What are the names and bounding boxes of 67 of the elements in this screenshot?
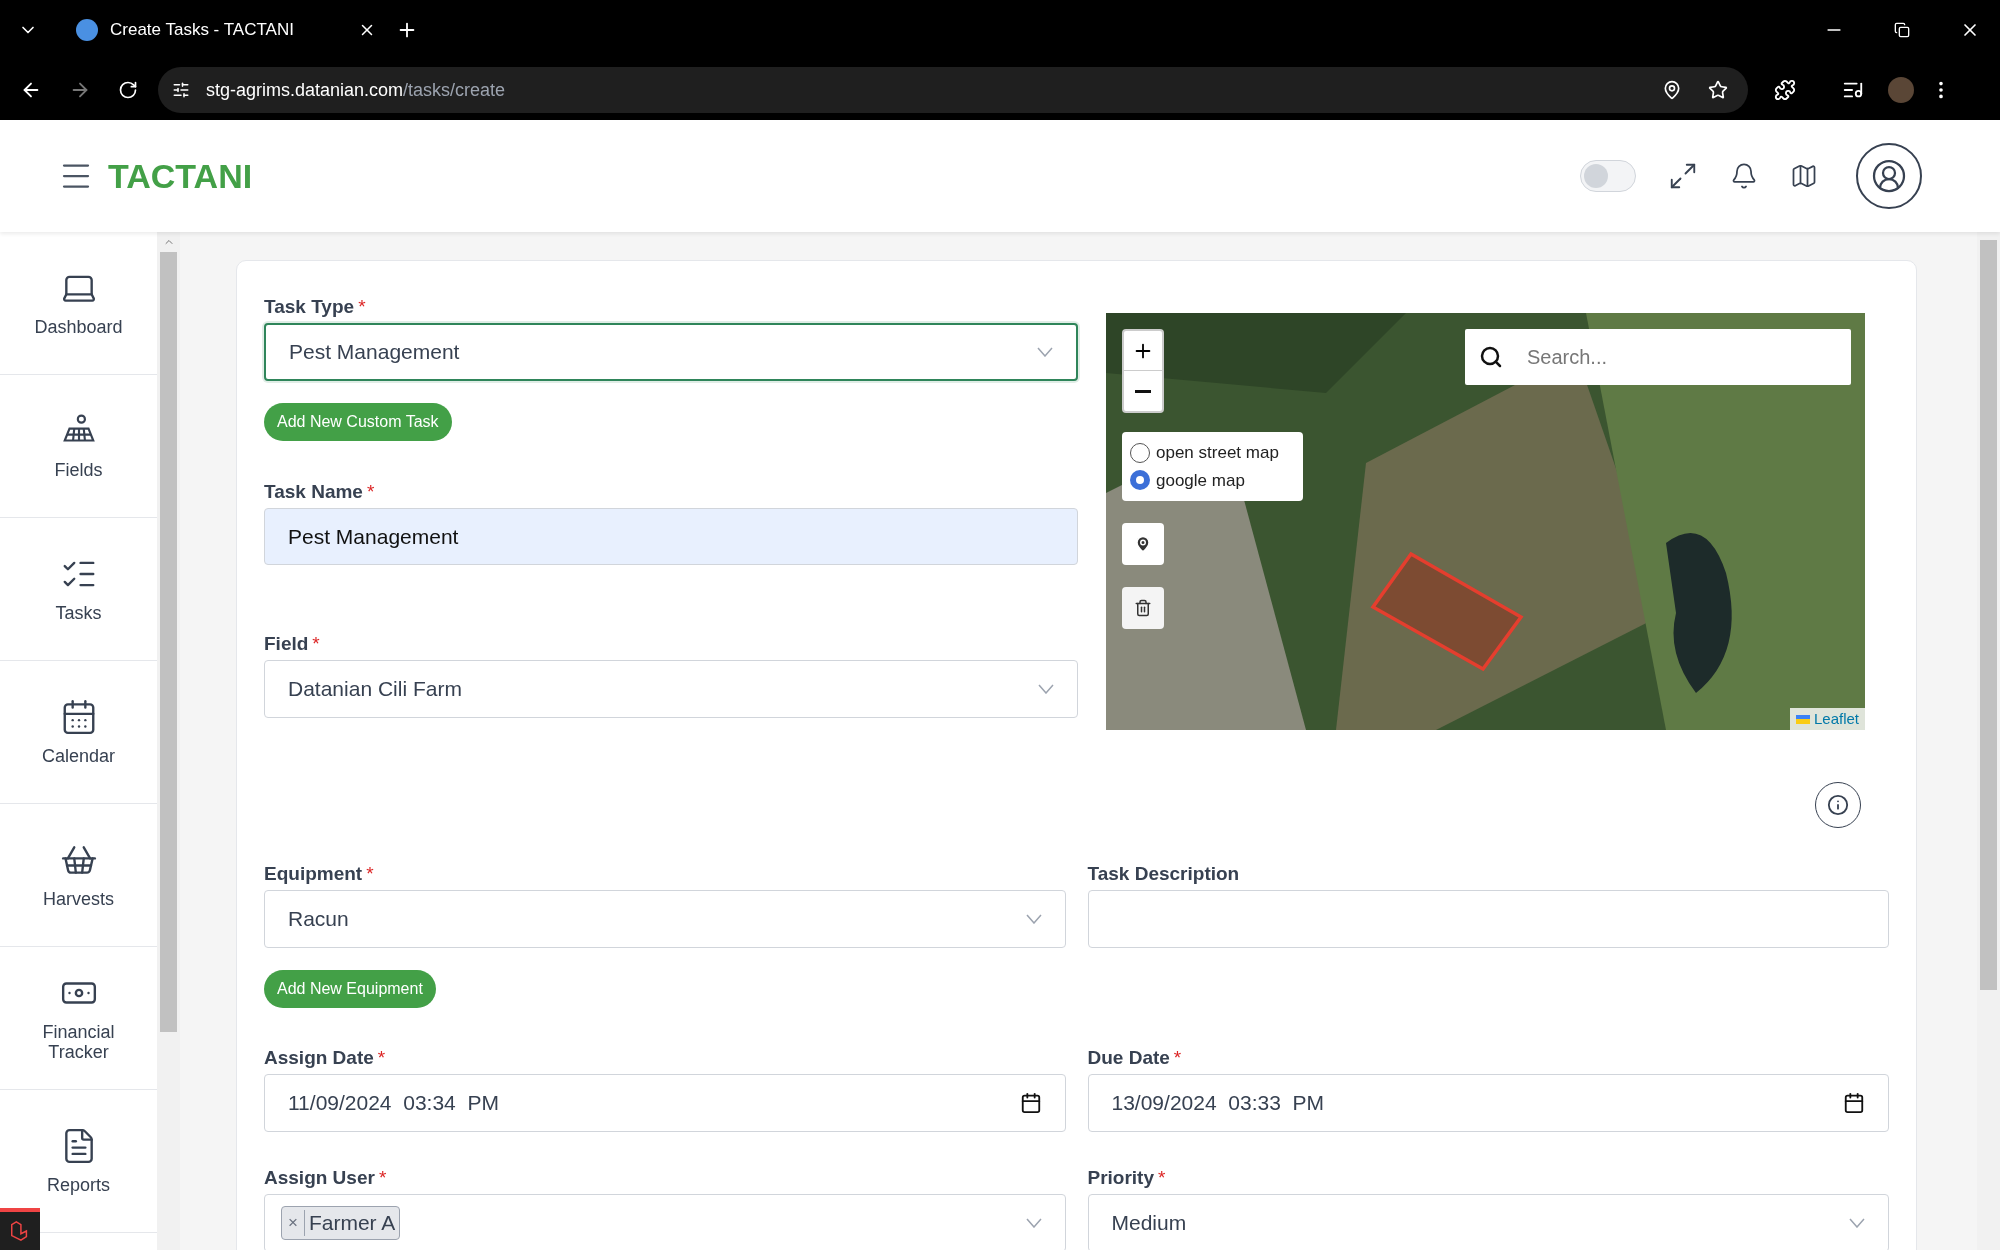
field-label: Task Type <box>264 295 355 315</box>
field-select[interactable]: Datanian Cili Farm <box>264 660 1078 718</box>
info-icon <box>1827 794 1849 816</box>
map-icon[interactable] <box>1790 162 1818 190</box>
browser-tab[interactable]: Create Tasks - TACTANI <box>66 8 386 52</box>
field-label: Task Description <box>1087 862 1240 882</box>
extensions-icon[interactable] <box>1774 79 1796 101</box>
field-label: Due Date <box>1087 1046 1170 1066</box>
debug-badge[interactable] <box>0 1208 40 1250</box>
task-type-select[interactable]: Pest Management <box>264 323 1078 381</box>
site-info-icon[interactable] <box>172 81 190 99</box>
field-label: Task Name <box>264 480 363 500</box>
dropdown-caret-icon <box>1849 1218 1865 1228</box>
dropdown-caret-icon <box>1038 684 1054 694</box>
date-field[interactable]: 11/09/2024 03:34 PM <box>264 1074 1066 1132</box>
layer-option-label: open street map <box>1156 442 1279 464</box>
priority-select[interactable]: Medium <box>1087 1194 1889 1250</box>
dropdown-caret-icon <box>1037 347 1053 357</box>
user-profile-button[interactable] <box>1856 143 1922 209</box>
location-icon[interactable] <box>1662 80 1682 100</box>
required-mark: * <box>366 480 375 500</box>
required-mark: * <box>1173 1046 1182 1066</box>
search-icon <box>1479 345 1503 369</box>
required-mark: * <box>378 1166 387 1186</box>
required-mark: * <box>377 1046 386 1066</box>
required-mark: * <box>366 862 374 882</box>
field-label: Priority <box>1087 1166 1155 1186</box>
minus-icon <box>1135 389 1151 393</box>
date-field[interactable]: 13/09/2024 03:33 PM <box>1087 1074 1889 1132</box>
user-tag: × Farmer A <box>281 1206 401 1240</box>
assign-user-select[interactable]: × Farmer A <box>264 1194 1066 1250</box>
required-mark: * <box>312 632 320 652</box>
calendar-icon <box>1019 1092 1042 1114</box>
map-pin-icon <box>1134 535 1152 553</box>
brand-logo: TACTANI <box>108 155 253 197</box>
toggle-switch[interactable] <box>1580 160 1636 192</box>
required-mark: * <box>1158 1166 1166 1186</box>
map-view[interactable]: open street map google map Search... Leaflet <box>1106 313 1865 730</box>
dropdown-caret-icon <box>1025 914 1042 924</box>
field-label: Assign User <box>264 1166 375 1186</box>
fullscreen-icon[interactable] <box>1668 161 1698 191</box>
calendar-icon <box>1843 1092 1865 1114</box>
equipment-select[interactable]: Racun <box>264 890 1066 948</box>
map-search-field[interactable]: Search... <box>1465 329 1851 385</box>
restore-icon[interactable] <box>1894 22 1910 38</box>
scrollbar[interactable] <box>157 232 180 1250</box>
bookmark-star-icon[interactable] <box>1708 80 1728 100</box>
radio-button[interactable] <box>1130 442 1150 463</box>
field-label: Assign Date <box>264 1046 374 1066</box>
radio-button[interactable] <box>1130 470 1150 491</box>
remove-tag-button[interactable]: × <box>282 1210 305 1236</box>
reload-icon[interactable] <box>118 80 138 100</box>
map-attribution[interactable]: Leaflet <box>1789 708 1865 730</box>
dropdown-caret-icon <box>1025 1218 1042 1228</box>
marker-tool-button[interactable] <box>1122 523 1164 565</box>
delete-tool-button[interactable] <box>1122 587 1164 629</box>
notification-bell-icon[interactable] <box>1730 162 1758 190</box>
required-mark: * <box>358 295 366 315</box>
layer-option-label: google map <box>1156 469 1245 492</box>
user-icon <box>1871 158 1907 194</box>
field-label: Field <box>264 632 309 652</box>
field-label: Equipment <box>264 862 363 882</box>
address-bar[interactable]: stg-agrims.datanian.com/tasks/create <box>158 67 1748 113</box>
trash-icon <box>1134 599 1152 617</box>
task-name-input[interactable]: Pest Management <box>264 508 1078 565</box>
site-favicon <box>76 19 98 41</box>
page-scrollbar[interactable] <box>1977 232 2000 1250</box>
